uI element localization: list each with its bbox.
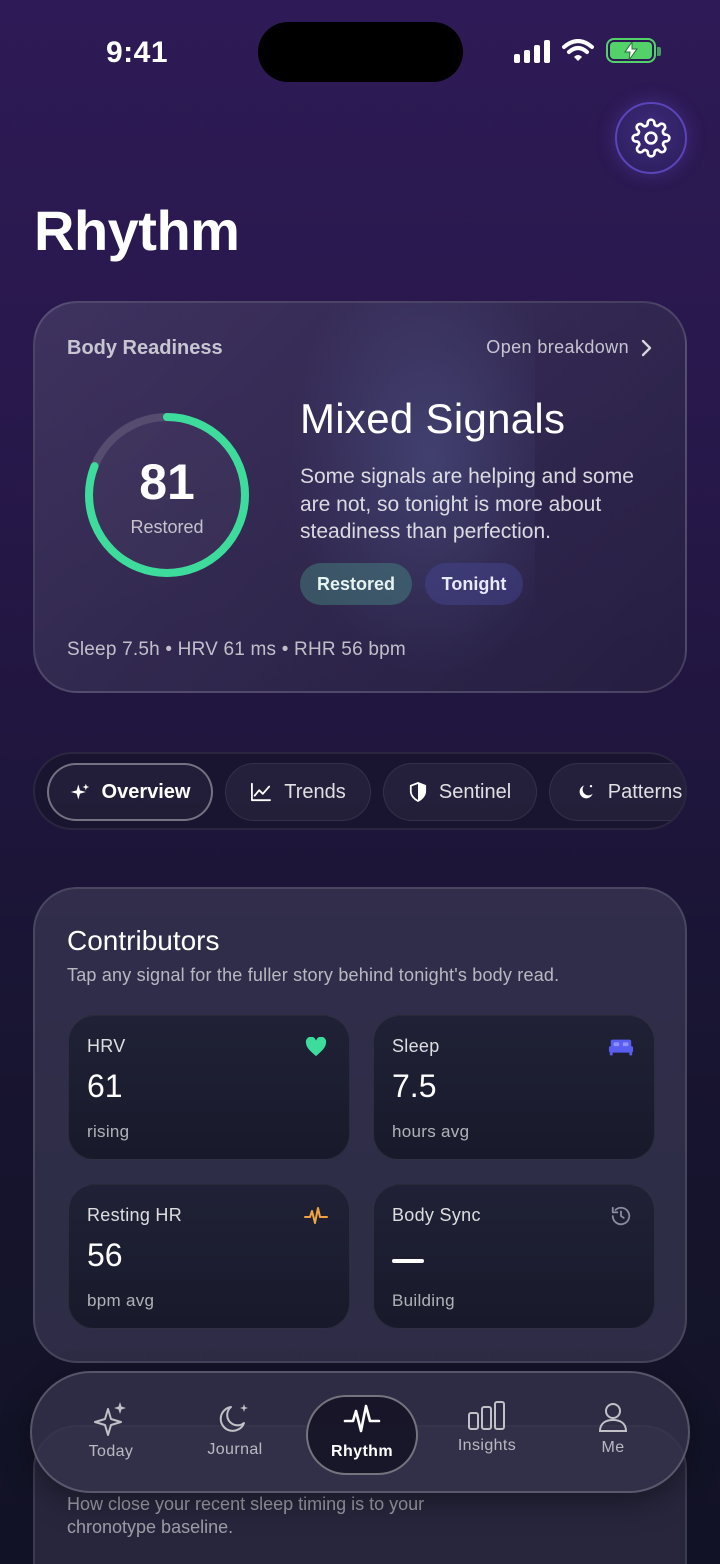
tile-value: 61 — [87, 1068, 123, 1104]
readiness-summary: Some signals are helping and some are no… — [300, 465, 634, 543]
moon-star-icon — [219, 1404, 248, 1432]
tile-value: 56 — [87, 1237, 123, 1273]
wifi-icon — [562, 38, 594, 61]
person-icon — [598, 1403, 628, 1432]
tab-label: Sentinel — [438, 780, 512, 803]
nav-label: Journal — [207, 1441, 263, 1458]
tile-name: Sleep — [392, 1036, 440, 1056]
page-title: Rhythm — [34, 199, 240, 262]
trend-chart-icon — [251, 782, 272, 802]
tile-unit: hours avg — [392, 1122, 470, 1141]
moon-icon — [579, 785, 593, 799]
empty-value-dash — [392, 1259, 424, 1263]
tab-patterns[interactable]: Patterns — [549, 763, 685, 821]
settings-button[interactable] — [615, 102, 687, 174]
tile-name: Body Sync — [392, 1205, 481, 1225]
contributors-title: Contributors — [67, 925, 220, 956]
bed-icon — [608, 1034, 634, 1060]
chevron-right-icon — [641, 339, 652, 356]
open-breakdown-link[interactable]: Open breakdown — [486, 337, 653, 358]
readiness-score: 81 — [139, 454, 195, 510]
contributor-tile-sleep[interactable]: Sleep 7.5 hours avg — [373, 1015, 655, 1160]
nav-item-me[interactable]: Me — [558, 1401, 668, 1457]
readiness-headline: Mixed Signals — [300, 395, 566, 442]
tab-overview[interactable]: Overview — [47, 763, 213, 821]
nav-item-today[interactable]: Today — [56, 1401, 166, 1461]
sparkles-icon — [94, 1402, 126, 1436]
contributors-card: Contributors Tap any signal for the full… — [33, 887, 687, 1363]
tab-label: Trends — [284, 780, 346, 803]
pulse-icon — [343, 1404, 381, 1433]
body-readiness-card[interactable]: Body Readiness Open breakdown 81 Restore… — [33, 301, 687, 693]
nav-item-insights[interactable]: Insights — [432, 1401, 542, 1455]
chronotype-subtitle: How close your recent sleep timing is to… — [67, 1494, 425, 1537]
bottom-navigation: Today Journal Rhythm Insights Me — [30, 1371, 690, 1493]
section-tabs: Overview Trends Sentinel Patterns — [33, 752, 687, 830]
gear-icon — [631, 118, 671, 158]
tile-name: Resting HR — [87, 1205, 183, 1225]
chip-tonight[interactable]: Tonight — [425, 563, 523, 605]
nav-item-journal[interactable]: Journal — [180, 1401, 290, 1459]
tile-unit: bpm avg — [87, 1291, 155, 1310]
sparkle-icon — [70, 783, 89, 800]
tile-name: HRV — [87, 1036, 126, 1056]
tile-value: 7.5 — [392, 1068, 437, 1104]
contributor-tile-hrv[interactable]: HRV 61 rising — [68, 1015, 350, 1160]
tab-label: Patterns — [607, 780, 683, 803]
tile-unit: rising — [87, 1122, 130, 1141]
heart-icon — [303, 1034, 329, 1060]
readiness-score-label: Restored — [130, 517, 204, 537]
history-icon — [608, 1203, 634, 1229]
tab-label: Overview — [101, 780, 191, 803]
contributor-tile-body-sync[interactable]: Body Sync Building — [373, 1184, 655, 1329]
cellular-signal-icon — [514, 39, 550, 63]
dynamic-island — [258, 22, 463, 82]
nav-item-rhythm[interactable]: Rhythm — [306, 1395, 418, 1475]
pulse-icon — [303, 1203, 329, 1229]
bar-chart-icon — [468, 1401, 505, 1430]
chip-restored[interactable]: Restored — [300, 563, 412, 605]
open-breakdown-label: Open breakdown — [486, 337, 629, 357]
nav-label: Rhythm — [331, 1443, 393, 1460]
tab-trends[interactable]: Trends — [225, 763, 371, 821]
status-icons — [514, 38, 661, 63]
status-time: 9:41 — [106, 36, 169, 69]
contributor-tile-resting-hr[interactable]: Resting HR 56 bpm avg — [68, 1184, 350, 1329]
tab-sentinel[interactable]: Sentinel — [383, 763, 537, 821]
readiness-stats: Sleep 7.5h • HRV 61 ms • RHR 56 bpm — [67, 639, 406, 660]
shield-icon — [409, 782, 426, 802]
battery-icon — [606, 38, 661, 63]
contributors-subtitle: Tap any signal for the fuller story behi… — [67, 965, 560, 985]
nav-label: Me — [601, 1439, 625, 1456]
nav-label: Today — [88, 1443, 134, 1460]
card-label: Body Readiness — [67, 337, 223, 359]
nav-label: Insights — [457, 1437, 517, 1454]
tile-unit: Building — [392, 1291, 455, 1310]
